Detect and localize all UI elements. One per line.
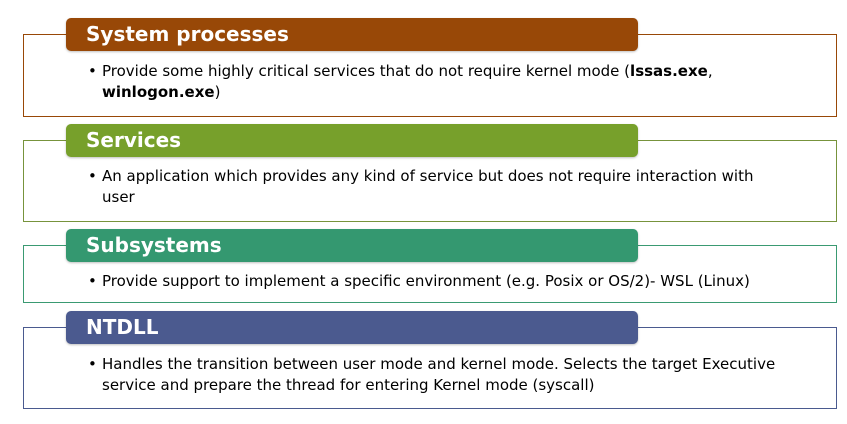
process-name-winlogon: winlogon.exe	[102, 83, 215, 101]
bullet-icon: •	[88, 62, 97, 80]
bullet-text: Provide some highly critical services th…	[102, 61, 788, 103]
bullet-item: • Handles the transition between user mo…	[88, 354, 788, 396]
bullet-icon: •	[88, 355, 97, 373]
bullet-item: • Provide support to implement a specifi…	[88, 271, 788, 292]
block-title: Subsystems	[66, 229, 638, 262]
bullet-text: Provide support to implement a specific …	[102, 272, 750, 290]
block-title: Services	[66, 124, 638, 157]
bullet-text-part: Provide some highly critical services th…	[102, 62, 631, 80]
block-title: System processes	[66, 18, 638, 51]
bullet-text: An application which provides any kind o…	[102, 167, 754, 206]
bullet-text: Handles the transition between user mode…	[102, 355, 776, 394]
bullet-text-close: )	[214, 83, 221, 101]
bullet-icon: •	[88, 167, 97, 185]
bullet-item: • An application which provides any kind…	[88, 166, 788, 208]
bullet-icon: •	[88, 272, 97, 290]
block-title: NTDLL	[66, 311, 638, 344]
bullet-item: • Provide some highly critical services …	[88, 61, 788, 103]
bullet-text-separator: ,	[707, 62, 713, 80]
process-name-lssas: lssas.exe	[630, 62, 708, 80]
